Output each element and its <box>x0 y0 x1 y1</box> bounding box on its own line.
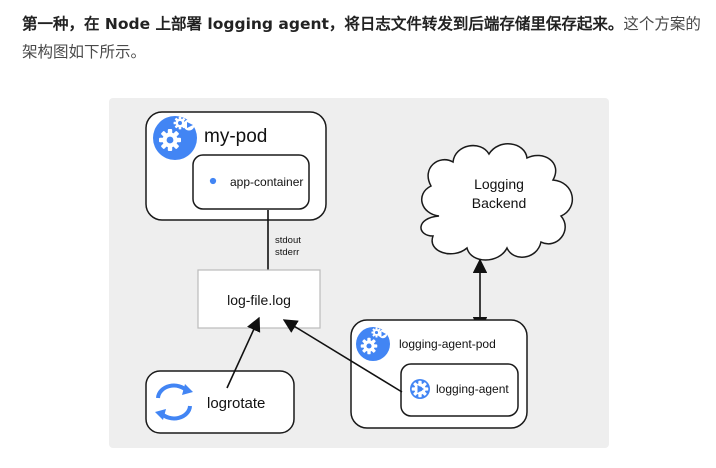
app-container-box: app-container <box>192 154 310 210</box>
backend-label-line1: Logging <box>474 176 524 192</box>
agent-pod-label: logging-agent-pod <box>399 337 496 351</box>
architecture-diagram: my-pod app-container stdout stderr log-f… <box>109 98 609 448</box>
intro-paragraph: 第一种，在 Node 上部署 logging agent，将日志文件转发到后端存… <box>22 10 702 66</box>
agent-icon <box>410 379 430 399</box>
log-file-label: log-file.log <box>227 292 291 308</box>
container-icon <box>202 170 224 192</box>
diagram-svg: my-pod app-container stdout stderr log-f… <box>109 98 609 448</box>
pod-icon <box>153 116 197 160</box>
logrotate-label: logrotate <box>207 395 265 412</box>
stderr-label: stderr <box>275 247 299 258</box>
logrotate-box: logrotate <box>145 370 295 434</box>
agent-label: logging-agent <box>436 382 509 396</box>
logging-backend-cloud: Logging Backend <box>420 143 574 261</box>
my-pod-label: my-pod <box>204 126 267 147</box>
backend-label-line2: Backend <box>472 195 526 211</box>
logging-agent-box: logging-agent <box>400 363 519 417</box>
intro-strong-text: 第一种，在 Node 上部署 logging agent，将日志文件转发到后端存… <box>22 15 624 33</box>
agent-pod-icon <box>356 327 390 361</box>
stdout-label: stdout <box>275 235 301 246</box>
app-container-label: app-container <box>230 175 303 189</box>
